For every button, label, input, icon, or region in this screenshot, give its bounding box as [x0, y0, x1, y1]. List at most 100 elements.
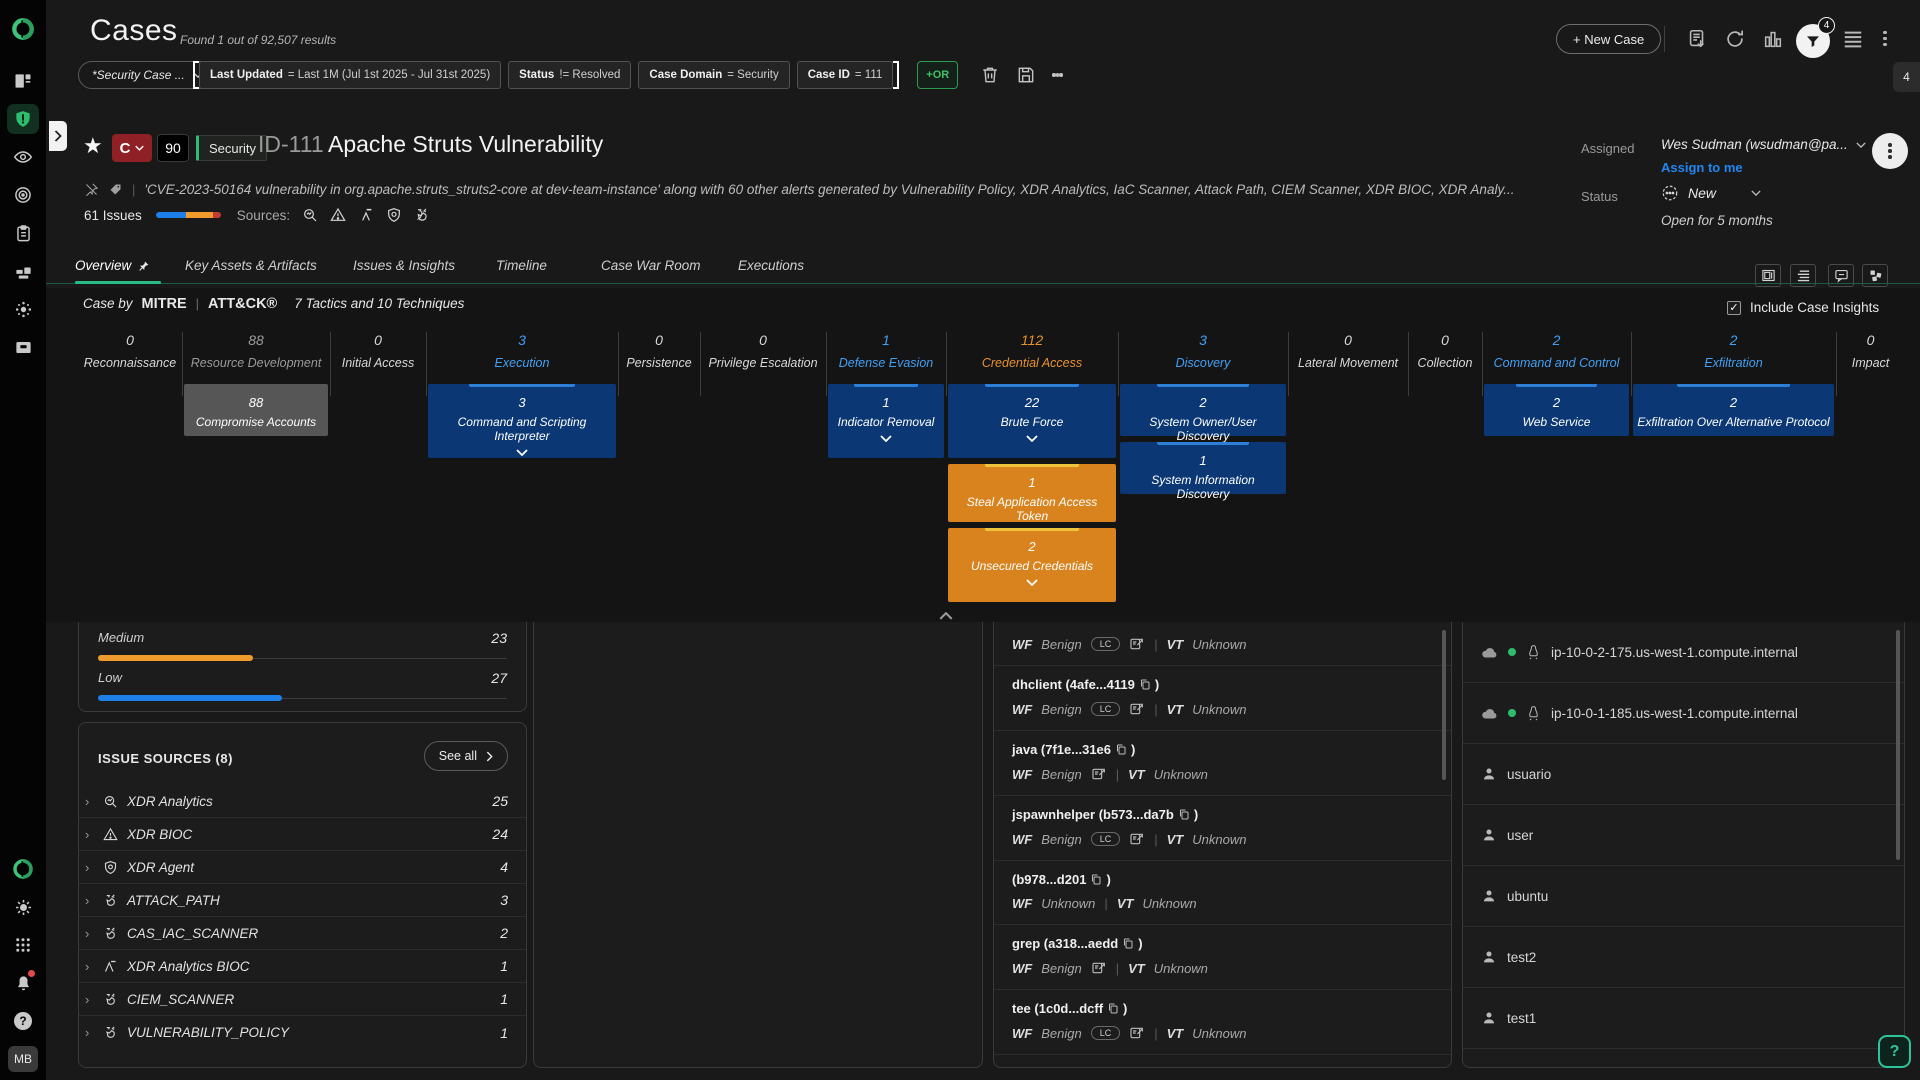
technique-indicator-removal[interactable]: 1 Indicator Removal — [828, 384, 944, 458]
panel-expander-button[interactable] — [49, 121, 67, 151]
filter-funnel-button[interactable]: 4 — [1796, 24, 1830, 58]
chevron-down-icon[interactable] — [880, 435, 892, 442]
technique-brute-force[interactable]: 22 Brute Force — [948, 384, 1116, 458]
copy-icon[interactable] — [1090, 873, 1102, 886]
include-insights-checkbox[interactable]: ✓ — [1727, 301, 1741, 315]
tactic-lateral-movement[interactable]: 0 Lateral Movement — [1288, 330, 1408, 602]
cases-shield-icon[interactable] — [7, 104, 39, 134]
technique-unsecured-credentials[interactable]: 2 Unsecured Credentials — [948, 528, 1116, 602]
help-button[interactable]: ? — [1878, 1035, 1911, 1068]
open-card-icon[interactable] — [1129, 831, 1145, 847]
user-avatar[interactable]: MB — [8, 1046, 38, 1072]
tactic-resource-development[interactable]: 88 Resource Development 88 Compromise Ac… — [182, 330, 330, 602]
tactic-reconnaissance[interactable]: 0 Reconnaissance — [78, 330, 182, 602]
filter-pill-last-updated[interactable]: Last Updated = Last 1M (Jul 1st 2025 - J… — [199, 61, 501, 89]
technique-system-owner-user-discovery[interactable]: 2 System Owner/User Discovery — [1120, 384, 1286, 436]
star-favorite-icon[interactable]: ★ — [83, 133, 103, 159]
artifact-row[interactable]: tee (1c0d...dcff ) WF Benign LC | VT Unk… — [994, 990, 1451, 1055]
help-circle-icon[interactable]: ? — [7, 1006, 39, 1036]
open-card-icon[interactable] — [1091, 960, 1107, 976]
technique-compromise-accounts[interactable]: 88 Compromise Accounts — [184, 384, 328, 436]
automation-spark-icon[interactable] — [7, 294, 39, 324]
status-dropdown[interactable]: New — [1661, 184, 1761, 202]
technique-command-scripting-interpreter[interactable]: 3 Command and Scripting Interpreter — [428, 384, 616, 458]
header-kebab-icon[interactable] — [1883, 28, 1887, 49]
user-row[interactable]: usuario — [1463, 744, 1904, 805]
tactic-discovery[interactable]: 3 Discovery 2 System Owner/User Discover… — [1118, 330, 1288, 602]
tab-case-war-room[interactable]: Case War Room — [601, 258, 701, 273]
tab-issues-insights[interactable]: Issues & Insights — [353, 258, 455, 273]
pin-off-icon[interactable] — [84, 182, 99, 197]
artifact-row[interactable]: java (7f1e...31e6 ) WF Benign | VT Unkno… — [994, 731, 1451, 796]
modules-icon[interactable] — [7, 256, 39, 286]
notifications-bell-icon[interactable] — [7, 968, 39, 998]
layout-view-icon[interactable] — [1755, 264, 1781, 287]
tab-timeline[interactable]: Timeline — [496, 258, 547, 273]
delete-filter-icon[interactable] — [980, 61, 1000, 89]
filter-pill-case-domain[interactable]: Case Domain = Security — [638, 61, 789, 89]
save-filter-icon[interactable] — [1016, 61, 1036, 89]
collapse-board-chevron[interactable] — [939, 612, 953, 620]
tag-icon[interactable] — [108, 182, 123, 197]
tactic-persistence[interactable]: 0 Persistence — [618, 330, 700, 602]
artifact-row[interactable]: grep (a318...aedd ) WF Benign | VT Unkno… — [994, 925, 1451, 990]
user-row[interactable]: test2 — [1463, 927, 1904, 988]
dashboard-icon[interactable] — [7, 66, 39, 96]
warning-triangle-icon[interactable] — [330, 207, 346, 223]
host-row[interactable]: ip-10-0-1-185.us-west-1.compute.internal — [1463, 683, 1904, 744]
copy-icon[interactable] — [1139, 678, 1151, 691]
tab-executions[interactable]: Executions — [738, 258, 804, 273]
severity-badge[interactable]: C — [112, 134, 152, 162]
artifact-row[interactable]: (b978...d201 ) WF Unknown | VT Unknown — [994, 861, 1451, 925]
tactic-command-and-control[interactable]: 2 Command and Control 2 Web Service — [1482, 330, 1631, 602]
triangle-a-icon[interactable] — [358, 207, 374, 223]
tactic-collection[interactable]: 0 Collection — [1408, 330, 1482, 602]
source-row-ciem-scanner[interactable]: › CIEM_SCANNER 1 — [79, 983, 526, 1016]
open-card-icon[interactable] — [1129, 1025, 1145, 1041]
source-row-xdr-bioc[interactable]: › XDR BIOC 24 — [79, 818, 526, 851]
include-case-insights-toggle[interactable]: ✓ Include Case Insights — [1727, 300, 1879, 315]
chevron-down-icon[interactable] — [516, 449, 528, 456]
settings-gear-icon[interactable] — [7, 892, 39, 922]
copy-icon[interactable] — [1115, 743, 1127, 756]
chevron-down-icon[interactable] — [1026, 435, 1038, 442]
bar-chart-icon[interactable] — [1762, 28, 1784, 50]
source-row-xdr-agent[interactable]: › XDR Agent 4 — [79, 851, 526, 884]
eye-icon[interactable] — [7, 142, 39, 172]
source-row-attack-path[interactable]: › ATTACK_PATH 3 — [79, 884, 526, 917]
text-align-icon[interactable] — [1790, 264, 1816, 287]
clipboard-icon[interactable] — [7, 218, 39, 248]
export-report-icon[interactable] — [1686, 28, 1708, 50]
app-grid-icon[interactable] — [7, 930, 39, 960]
filter-kebab-icon[interactable] — [1052, 61, 1063, 89]
source-row-xdr-analytics[interactable]: › XDR Analytics 25 — [79, 785, 526, 818]
filter-pill-status[interactable]: Status != Resolved — [508, 61, 631, 89]
technique-system-information-discovery[interactable]: 1 System Information Discovery — [1120, 442, 1286, 494]
tactic-initial-access[interactable]: 0 Initial Access — [330, 330, 426, 602]
open-card-icon[interactable] — [1129, 636, 1145, 652]
target-icon[interactable] — [7, 180, 39, 210]
tactic-credential-access[interactable]: 112 Credential Access 22 Brute Force 1 S… — [946, 330, 1118, 602]
cortex-swirl-icon[interactable] — [7, 854, 39, 884]
scrollbar-thumb[interactable] — [1442, 630, 1446, 780]
open-card-icon[interactable] — [1091, 766, 1107, 782]
user-row[interactable]: test1 — [1463, 988, 1904, 1049]
table-menu-icon[interactable] — [1842, 29, 1864, 49]
tactic-defense-evasion[interactable]: 1 Defense Evasion 1 Indicator Removal — [826, 330, 946, 602]
artifact-row[interactable]: dhclient (4afe...4119 ) WF Benign LC | V… — [994, 666, 1451, 731]
copy-icon[interactable] — [1122, 937, 1134, 950]
user-row[interactable]: user — [1463, 805, 1904, 866]
scrollbar-thumb[interactable] — [1896, 630, 1900, 860]
tactic-exfiltration[interactable]: 2 Exfiltration 2 Exfiltration Over Alter… — [1631, 330, 1836, 602]
copy-icon[interactable] — [1178, 808, 1190, 821]
see-all-button[interactable]: See all — [424, 741, 508, 771]
assign-to-me-link[interactable]: Assign to me — [1661, 160, 1743, 175]
graph-nodes-icon[interactable] — [1862, 264, 1888, 287]
technique-steal-application-access-token[interactable]: 1 Steal Application Access Token — [948, 464, 1116, 522]
user-row[interactable]: ubuntu — [1463, 866, 1904, 927]
case-actions-button[interactable] — [1872, 133, 1908, 169]
archive-box-icon[interactable] — [7, 332, 39, 362]
source-row-vulnerability-policy[interactable]: › VULNERABILITY_POLICY 1 — [79, 1016, 526, 1049]
chevron-down-icon[interactable] — [1026, 579, 1038, 586]
add-or-filter-button[interactable]: +OR — [917, 61, 958, 89]
